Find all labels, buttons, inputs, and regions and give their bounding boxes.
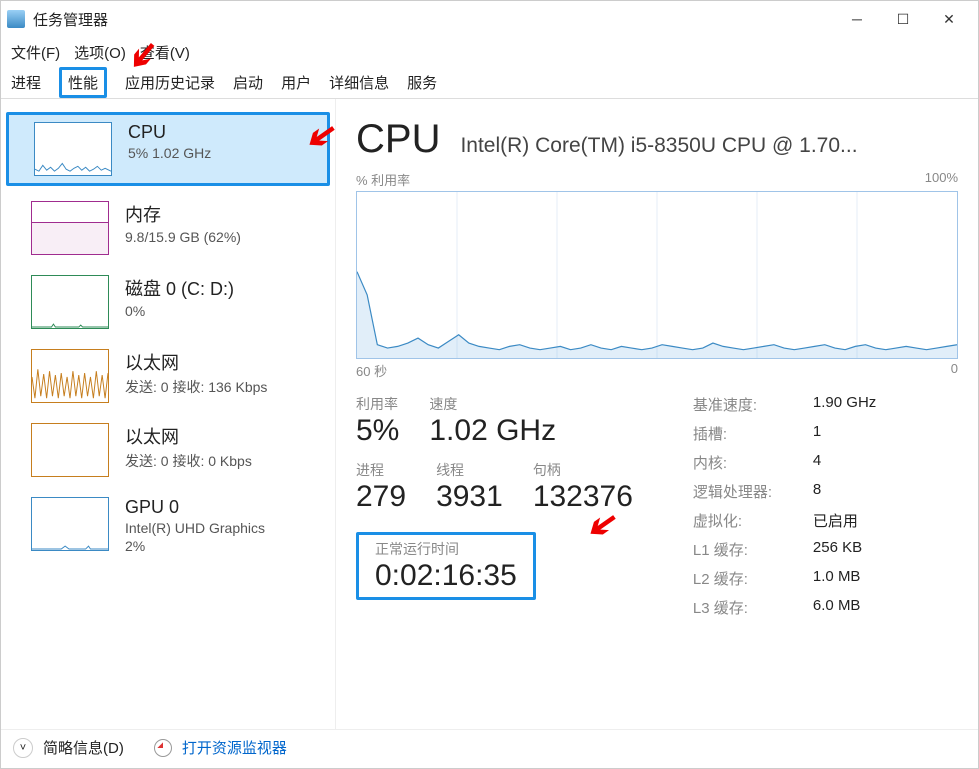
l2-cache-label: L2 缓存: [693, 568, 803, 589]
base-speed-value: 1.90 GHz [813, 394, 923, 415]
base-speed-label: 基准速度: [693, 394, 803, 415]
tab-details[interactable]: 详细信息 [329, 72, 389, 93]
processes-label: 进程 [356, 460, 406, 480]
footer-bar: ˅ 简略信息(D) 打开资源监视器 [1, 729, 978, 765]
l3-cache-label: L3 缓存: [693, 597, 803, 618]
minimize-button[interactable]: ─ [834, 3, 880, 35]
cpu-utilization-chart [356, 191, 958, 359]
chart-y-max: 100% [925, 170, 958, 189]
sidebar-cpu-sub: 5% 1.02 GHz [128, 145, 211, 161]
sidebar-gpu-sub: Intel(R) UHD Graphics [125, 520, 265, 536]
tab-performance[interactable]: 性能 [59, 67, 107, 98]
chart-y-label: % 利用率 [356, 170, 410, 189]
sidebar-disk-sub: 0% [125, 303, 234, 319]
menu-bar: 文件(F) 选项(O) 查看(V) [1, 37, 978, 67]
sidebar: ➔ CPU 5% 1.02 GHz 内存 9.8/15.9 GB (62%) [1, 99, 336, 729]
cpu-thumbnail-chart [34, 122, 112, 176]
memory-thumbnail-chart [31, 201, 109, 255]
uptime-label: 正常运行时间 [375, 539, 517, 559]
speed-value: 1.02 GHz [429, 414, 556, 448]
chart-x-left: 60 秒 [356, 361, 387, 380]
sidebar-ethernet1-title: 以太网 [125, 349, 267, 375]
ethernet2-thumbnail-chart [31, 423, 109, 477]
speed-label: 速度 [429, 394, 556, 414]
compass-icon [154, 739, 172, 757]
sidebar-cpu-title: CPU [128, 122, 211, 143]
close-button[interactable]: ✕ [926, 3, 972, 35]
handles-value: 132376 [533, 480, 633, 514]
logical-processors-label: 逻辑处理器: [693, 481, 803, 502]
l1-cache-label: L1 缓存: [693, 539, 803, 560]
app-icon [7, 10, 25, 28]
sidebar-item-gpu[interactable]: GPU 0 Intel(R) UHD Graphics 2% [1, 487, 335, 564]
sidebar-memory-title: 内存 [125, 201, 241, 227]
processes-value: 279 [356, 480, 406, 514]
menu-file[interactable]: 文件(F) [11, 42, 60, 63]
cpu-model: Intel(R) Core(TM) i5-8350U CPU @ 1.70... [460, 134, 958, 158]
disk-thumbnail-chart [31, 275, 109, 329]
handles-label: 句柄 [533, 460, 633, 480]
sockets-value: 1 [813, 423, 923, 444]
tab-startup[interactable]: 启动 [233, 72, 263, 93]
sockets-label: 插槽: [693, 423, 803, 444]
tab-app-history[interactable]: 应用历史记录 [125, 72, 215, 93]
virtualization-label: 虚拟化: [693, 510, 803, 531]
logical-processors-value: 8 [813, 481, 923, 502]
fewer-details-link[interactable]: 简略信息(D) [43, 737, 124, 758]
gpu-thumbnail-chart [31, 497, 109, 551]
tab-users[interactable]: 用户 [281, 72, 311, 93]
tab-processes[interactable]: 进程 [11, 72, 41, 93]
open-resource-monitor-link[interactable]: 打开资源监视器 [182, 737, 287, 758]
cores-value: 4 [813, 452, 923, 473]
sidebar-item-disk[interactable]: 磁盘 0 (C: D:) 0% [1, 265, 335, 339]
main-heading: CPU [356, 117, 440, 162]
chart-x-right: 0 [951, 361, 958, 380]
cores-label: 内核: [693, 452, 803, 473]
sidebar-gpu-sub2: 2% [125, 538, 265, 554]
sidebar-memory-sub: 9.8/15.9 GB (62%) [125, 229, 241, 245]
maximize-button[interactable]: ☐ [880, 3, 926, 35]
title-bar: 任务管理器 ─ ☐ ✕ [1, 1, 978, 37]
l2-cache-value: 1.0 MB [813, 568, 923, 589]
sidebar-item-cpu[interactable]: CPU 5% 1.02 GHz [6, 112, 330, 186]
menu-view[interactable]: 查看(V) [140, 42, 190, 63]
sidebar-item-memory[interactable]: 内存 9.8/15.9 GB (62%) [1, 191, 335, 265]
threads-value: 3931 [436, 480, 503, 514]
window-title: 任务管理器 [33, 9, 834, 30]
sidebar-ethernet2-sub: 发送: 0 接收: 0 Kbps [125, 451, 252, 471]
sidebar-item-ethernet-2[interactable]: 以太网 发送: 0 接收: 0 Kbps [1, 413, 335, 487]
l1-cache-value: 256 KB [813, 539, 923, 560]
uptime-box: 正常运行时间 0:02:16:35 [356, 532, 536, 600]
threads-label: 线程 [436, 460, 503, 480]
sidebar-ethernet1-sub: 发送: 0 接收: 136 Kbps [125, 377, 267, 397]
l3-cache-value: 6.0 MB [813, 597, 923, 618]
sidebar-gpu-title: GPU 0 [125, 497, 265, 518]
tab-bar: 进程 性能 应用历史记录 启动 用户 详细信息 服务 [1, 67, 978, 99]
utilization-value: 5% [356, 414, 399, 448]
tab-services[interactable]: 服务 [407, 72, 437, 93]
uptime-value: 0:02:16:35 [375, 559, 517, 593]
sidebar-ethernet2-title: 以太网 [125, 423, 252, 449]
main-panel: CPU Intel(R) Core(TM) i5-8350U CPU @ 1.7… [336, 99, 978, 729]
chevron-down-icon[interactable]: ˅ [13, 738, 33, 758]
cpu-properties: 基准速度:1.90 GHz 插槽:1 内核:4 逻辑处理器:8 虚拟化:已启用 … [693, 394, 923, 618]
sidebar-disk-title: 磁盘 0 (C: D:) [125, 275, 234, 301]
ethernet-thumbnail-chart [31, 349, 109, 403]
menu-options[interactable]: 选项(O) [74, 42, 126, 63]
sidebar-item-ethernet-1[interactable]: 以太网 发送: 0 接收: 136 Kbps [1, 339, 335, 413]
utilization-label: 利用率 [356, 394, 399, 414]
virtualization-value: 已启用 [813, 510, 923, 531]
